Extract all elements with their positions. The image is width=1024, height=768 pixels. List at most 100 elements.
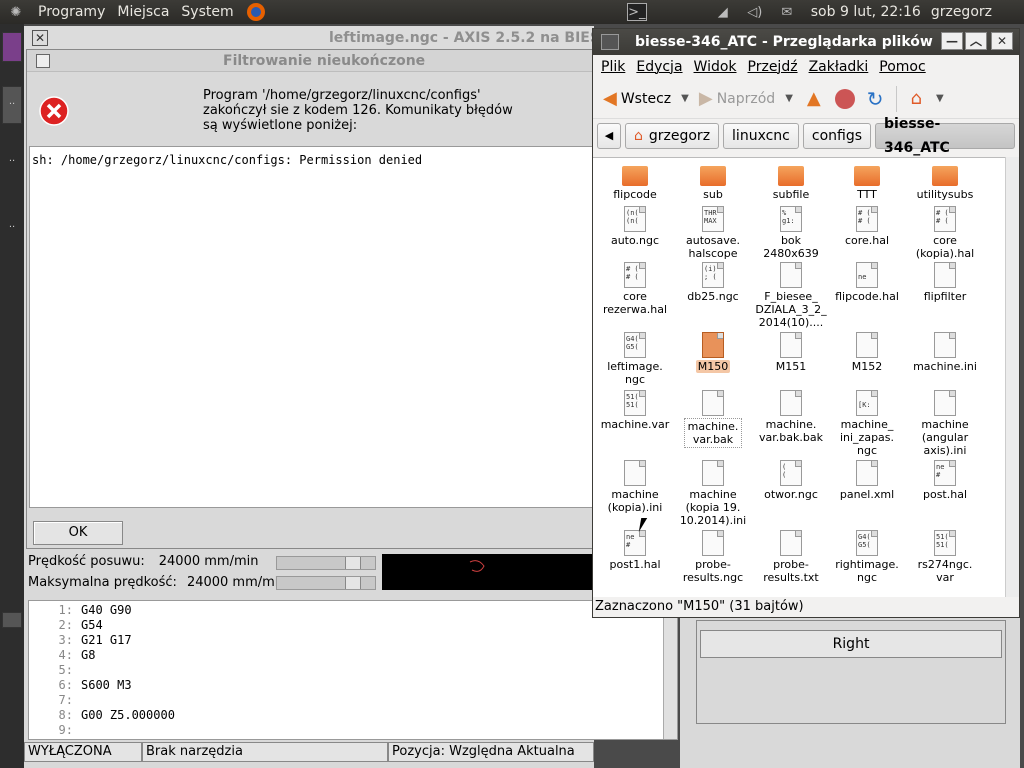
file-item[interactable]: ( (otwor.ngc xyxy=(751,460,831,501)
file-item[interactable]: machine (kopia).ini xyxy=(595,460,675,514)
file-item[interactable]: machine. var.bak.bak xyxy=(751,390,831,444)
forward-button[interactable]: ▶ Naprzód xyxy=(695,83,779,115)
file-item[interactable]: probe- results.txt xyxy=(751,530,831,584)
right-button[interactable]: Right xyxy=(700,630,1002,658)
gcode-line[interactable]: 8: G00 Z5.000000 xyxy=(29,708,677,723)
forward-dropdown-icon[interactable]: ▼ xyxy=(785,93,793,104)
file-item[interactable]: # ( # (core (kopia).hal xyxy=(905,206,985,260)
menu-plik[interactable]: Plik xyxy=(599,59,634,75)
file-item[interactable]: probe- results.ngc xyxy=(673,530,753,584)
file-item[interactable]: 51( 51(machine.var xyxy=(595,390,675,431)
file-item[interactable]: ne flipcode.hal xyxy=(827,262,907,303)
file-item[interactable]: panel.xml xyxy=(827,460,907,501)
file-item[interactable]: machine (angular axis).ini xyxy=(905,390,985,457)
home-icon[interactable]: ⌂ xyxy=(911,88,922,109)
file-item[interactable]: machine.ini xyxy=(905,332,985,373)
gcode-listing[interactable]: 1: G40 G90 2: G54 3: G21 G17 4: G8 5: 6: S600 M3 7:… xyxy=(28,600,678,740)
up-icon[interactable]: ▲ xyxy=(807,88,821,109)
gcode-scrollbar[interactable] xyxy=(663,601,677,739)
file-item[interactable]: ne # post.hal xyxy=(905,460,985,501)
gcode-line[interactable]: 3: G21 G17 xyxy=(29,633,677,648)
gcode-line[interactable]: 5: xyxy=(29,663,677,678)
max-velocity-slider[interactable] xyxy=(276,576,376,590)
path-biesse[interactable]: biesse-346_ATC xyxy=(875,116,1015,156)
reload-icon[interactable]: ↻ xyxy=(867,87,884,111)
firefox-icon[interactable] xyxy=(246,3,266,21)
toolpath-preview[interactable] xyxy=(382,554,594,590)
folder-item[interactable]: utilitysubs xyxy=(905,162,985,201)
gcode-line[interactable]: 2: G54 xyxy=(29,618,677,633)
window-menu-icon[interactable] xyxy=(36,54,50,68)
back-dropdown-icon[interactable]: ▼ xyxy=(681,93,689,104)
network-icon[interactable]: ◢ xyxy=(713,3,733,21)
file-view[interactable]: flipcode sub subfile TTT utilitysubs (n( (n(a… xyxy=(593,157,1005,597)
terminal-icon[interactable]: >_ xyxy=(626,3,647,21)
file-label: otwor.ngc xyxy=(764,488,818,501)
menu-pomoc[interactable]: Pomoc xyxy=(877,59,934,75)
file-item[interactable]: # ( # (core.hal xyxy=(827,206,907,247)
file-item[interactable]: G4( G5(rightimage. ngc xyxy=(827,530,907,584)
error-output[interactable]: sh: /home/grzegorz/linuxcnc/configs: Per… xyxy=(29,146,595,508)
file-item[interactable]: M150 xyxy=(673,332,753,373)
workspace-switcher-icon[interactable] xyxy=(2,612,22,628)
file-item[interactable]: M151 xyxy=(751,332,831,373)
user-menu[interactable]: grzegorz xyxy=(931,4,992,20)
launcher-item[interactable] xyxy=(2,32,22,62)
folder-item[interactable]: flipcode xyxy=(595,162,675,201)
path-grzegorz[interactable]: ⌂ grzegorz xyxy=(624,123,720,149)
close-icon[interactable]: ✕ xyxy=(32,30,48,46)
launcher-item[interactable]: .. xyxy=(2,210,22,240)
file-item[interactable]: # ( # (core rezerwa.hal xyxy=(595,262,675,316)
back-button[interactable]: ◀ Wstecz xyxy=(599,83,675,115)
folder-item[interactable]: sub xyxy=(673,162,753,201)
file-item[interactable]: G4( G5(leftimage. ngc xyxy=(595,332,675,386)
file-item[interactable]: % g1: bok 2480x639 xyxy=(751,206,831,260)
file-item[interactable]: [K: machine_ ini_zapas. ngc xyxy=(827,390,907,457)
file-item[interactable]: machine. var.bak xyxy=(673,390,753,448)
ok-button[interactable]: OK xyxy=(33,521,123,545)
file-view-scrollbar[interactable] xyxy=(1005,157,1019,597)
file-item[interactable]: flipfilter xyxy=(905,262,985,303)
file-item[interactable]: ne # post1.hal xyxy=(595,530,675,571)
maximize-icon[interactable]: ︿ xyxy=(965,32,987,50)
file-item[interactable]: 51( 51(rs274ngc. var xyxy=(905,530,985,584)
file-manager-window: biesse-346_ATC - Przeglądarka plików — ︿… xyxy=(592,28,1020,618)
path-linuxcnc[interactable]: linuxcnc xyxy=(723,123,799,149)
launcher-item[interactable]: .. xyxy=(2,144,22,174)
menu-system[interactable]: System xyxy=(175,0,239,24)
stop-icon[interactable] xyxy=(834,88,855,109)
toolbar-overflow-icon[interactable]: ▼ xyxy=(936,93,944,104)
ubuntu-logo-icon[interactable]: ✺ xyxy=(6,3,26,21)
path-left-arrow-icon[interactable]: ◀ xyxy=(597,123,621,149)
menu-zakladki[interactable]: Zakładki xyxy=(807,59,878,75)
file-item[interactable]: machine (kopia 19. 10.2014).ini xyxy=(673,460,753,527)
folder-item[interactable]: subfile xyxy=(751,162,831,201)
path-configs[interactable]: configs xyxy=(802,123,872,149)
close-icon[interactable]: ✕ xyxy=(991,32,1013,50)
file-label: core.hal xyxy=(844,234,890,247)
file-item[interactable]: F_biesee_ DZIALA_3_2_ 2014(10).... xyxy=(751,262,831,329)
clock[interactable]: sob 9 lut, 22:16 xyxy=(811,4,921,20)
menu-edycja[interactable]: Edycja xyxy=(634,59,691,75)
path-label: grzegorz xyxy=(648,128,711,144)
gcode-line[interactable]: 1: G40 G90 xyxy=(29,603,677,618)
folder-item[interactable]: TTT xyxy=(827,162,907,201)
menu-przejdz[interactable]: Przejdź xyxy=(746,59,807,75)
file-item[interactable]: THR MAX autosave. halscope xyxy=(673,206,753,260)
file-item[interactable]: (i) ; (db25.ngc xyxy=(673,262,753,303)
file-item[interactable]: M152 xyxy=(827,332,907,373)
file-item[interactable]: (n( (n(auto.ngc xyxy=(595,206,675,247)
menu-programy[interactable]: Programy xyxy=(32,0,111,24)
gcode-line[interactable]: 9: xyxy=(29,723,677,738)
gcode-line[interactable]: 6: S600 M3 xyxy=(29,678,677,693)
mail-icon[interactable]: ✉ xyxy=(777,3,797,21)
feed-rate-slider[interactable] xyxy=(276,556,376,570)
minimize-icon[interactable]: — xyxy=(941,32,963,50)
volume-icon[interactable]: ◁) xyxy=(745,3,765,21)
menu-miejsca[interactable]: Miejsca xyxy=(111,0,175,24)
menu-widok[interactable]: Widok xyxy=(692,59,746,75)
file-icon: # ( # ( xyxy=(624,262,646,288)
gcode-line[interactable]: 7: xyxy=(29,693,677,708)
gcode-line[interactable]: 4: G8 xyxy=(29,648,677,663)
launcher-item[interactable]: .. xyxy=(2,86,22,124)
